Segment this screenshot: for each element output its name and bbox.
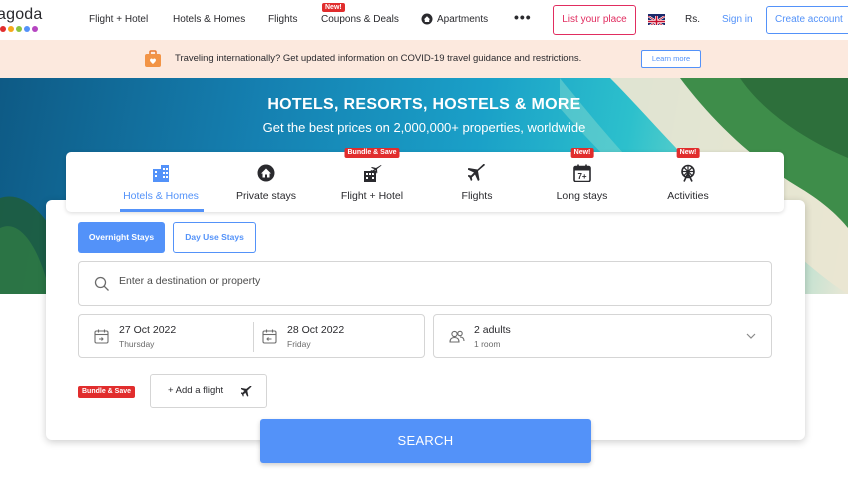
- agoda-logo[interactable]: agoda: [0, 6, 43, 24]
- check-in-calendar-icon: [94, 329, 109, 344]
- covid-banner-text: Traveling internationally? Get updated i…: [175, 53, 582, 64]
- tab-label: Long stays: [556, 190, 608, 202]
- tab-hotels-homes[interactable]: Hotels & Homes: [111, 152, 211, 212]
- bundle-save-badge: Bundle & Save: [78, 386, 136, 398]
- search-panel: Overnight Stays Day Use Stays 27 Oct 202…: [46, 200, 805, 440]
- overnight-stays-button[interactable]: Overnight Stays: [78, 222, 165, 253]
- sign-in-link[interactable]: Sign in: [722, 14, 753, 25]
- check-out-date[interactable]: 28 Oct 2022: [287, 324, 344, 336]
- logo-dot-blue: [24, 26, 30, 32]
- tab-flights[interactable]: Flights: [427, 152, 527, 212]
- nav-flights[interactable]: Flights: [268, 14, 297, 25]
- top-header: agoda Flight + Hotel Hotels & Homes Flig…: [0, 0, 848, 40]
- bundle-save-badge: Bundle & Save: [344, 148, 400, 158]
- tab-private-stays[interactable]: Private stays: [216, 152, 316, 212]
- date-picker[interactable]: 27 Oct 2022 Thursday 28 Oct 2022 Friday: [78, 314, 425, 358]
- coupons-new-badge: New!: [322, 3, 345, 12]
- date-divider: [253, 322, 254, 352]
- logo-dot-yellow: [8, 26, 14, 32]
- tab-label: Activities: [667, 190, 709, 202]
- destination-field[interactable]: [78, 261, 772, 306]
- tab-long-stays[interactable]: New! 7+ Long stays: [532, 148, 632, 212]
- home-icon: [257, 164, 275, 182]
- suitcase-icon: [145, 50, 161, 67]
- day-use-stays-button[interactable]: Day Use Stays: [173, 222, 256, 253]
- tab-label: Flights: [461, 190, 493, 202]
- hero-subtitle: Get the best prices on 2,000,000+ proper…: [262, 120, 586, 135]
- plane-icon: [468, 164, 485, 181]
- tab-flight-hotel[interactable]: Bundle & Save Flight + Hotel: [322, 148, 422, 212]
- covid-banner: Traveling internationally? Get updated i…: [0, 40, 848, 78]
- learn-more-button[interactable]: Learn more: [641, 50, 701, 68]
- uk-flag-icon[interactable]: [648, 14, 665, 25]
- nav-flight-hotel[interactable]: Flight + Hotel: [89, 14, 148, 25]
- logo-dot-purple: [32, 26, 38, 32]
- check-in-date[interactable]: 27 Oct 2022: [119, 324, 176, 336]
- create-account-button[interactable]: Create account: [766, 6, 848, 34]
- nav-apartments[interactable]: Apartments: [437, 14, 488, 25]
- flight-hotel-icon: [364, 165, 382, 182]
- search-icon: [94, 276, 109, 291]
- tab-activities[interactable]: New! Activities: [638, 148, 738, 212]
- check-out-day: Friday: [287, 339, 311, 349]
- check-in-day: Thursday: [119, 339, 155, 349]
- chevron-down-icon[interactable]: [746, 333, 756, 339]
- add-flight-label: + Add a flight: [168, 385, 224, 396]
- svg-text:7+: 7+: [577, 172, 586, 181]
- logo-dot-red: [0, 26, 6, 32]
- guests-icon: [449, 330, 465, 343]
- tab-label: Flight + Hotel: [340, 190, 404, 202]
- search-button[interactable]: SEARCH: [260, 419, 591, 463]
- occupancy-selector[interactable]: 2 adults 1 room: [433, 314, 772, 358]
- apartments-icon: [421, 13, 433, 25]
- product-tabs: Hotels & Homes Private stays Bundle & Sa…: [66, 148, 784, 212]
- hotel-icon: [153, 165, 169, 182]
- tab-label: Hotels & Homes: [123, 190, 199, 202]
- check-out-calendar-icon: [262, 329, 277, 344]
- calendar-icon: 7+: [573, 164, 591, 182]
- rooms-count: 1 room: [474, 339, 501, 349]
- adults-count: 2 adults: [474, 324, 511, 336]
- new-badge: New!: [570, 148, 594, 158]
- nav-coupons-deals[interactable]: Coupons & Deals: [321, 14, 399, 25]
- destination-input[interactable]: [119, 275, 719, 287]
- list-your-place-button[interactable]: List your place: [553, 5, 636, 35]
- new-badge: New!: [676, 148, 700, 158]
- nav-hotels-homes[interactable]: Hotels & Homes: [173, 14, 245, 25]
- plane-icon: [241, 386, 252, 397]
- logo-dots: [0, 26, 38, 32]
- active-tab-underline: [120, 209, 204, 212]
- add-flight-button[interactable]: + Add a flight: [150, 374, 267, 408]
- currency-selector[interactable]: Rs.: [685, 14, 700, 25]
- ferris-wheel-icon: [681, 164, 695, 182]
- more-menu-icon[interactable]: •••: [514, 9, 532, 25]
- tab-label: Private stays: [235, 190, 297, 202]
- logo-dot-green: [16, 26, 22, 32]
- hero-title: HOTELS, RESORTS, HOSTELS & MORE: [267, 96, 581, 113]
